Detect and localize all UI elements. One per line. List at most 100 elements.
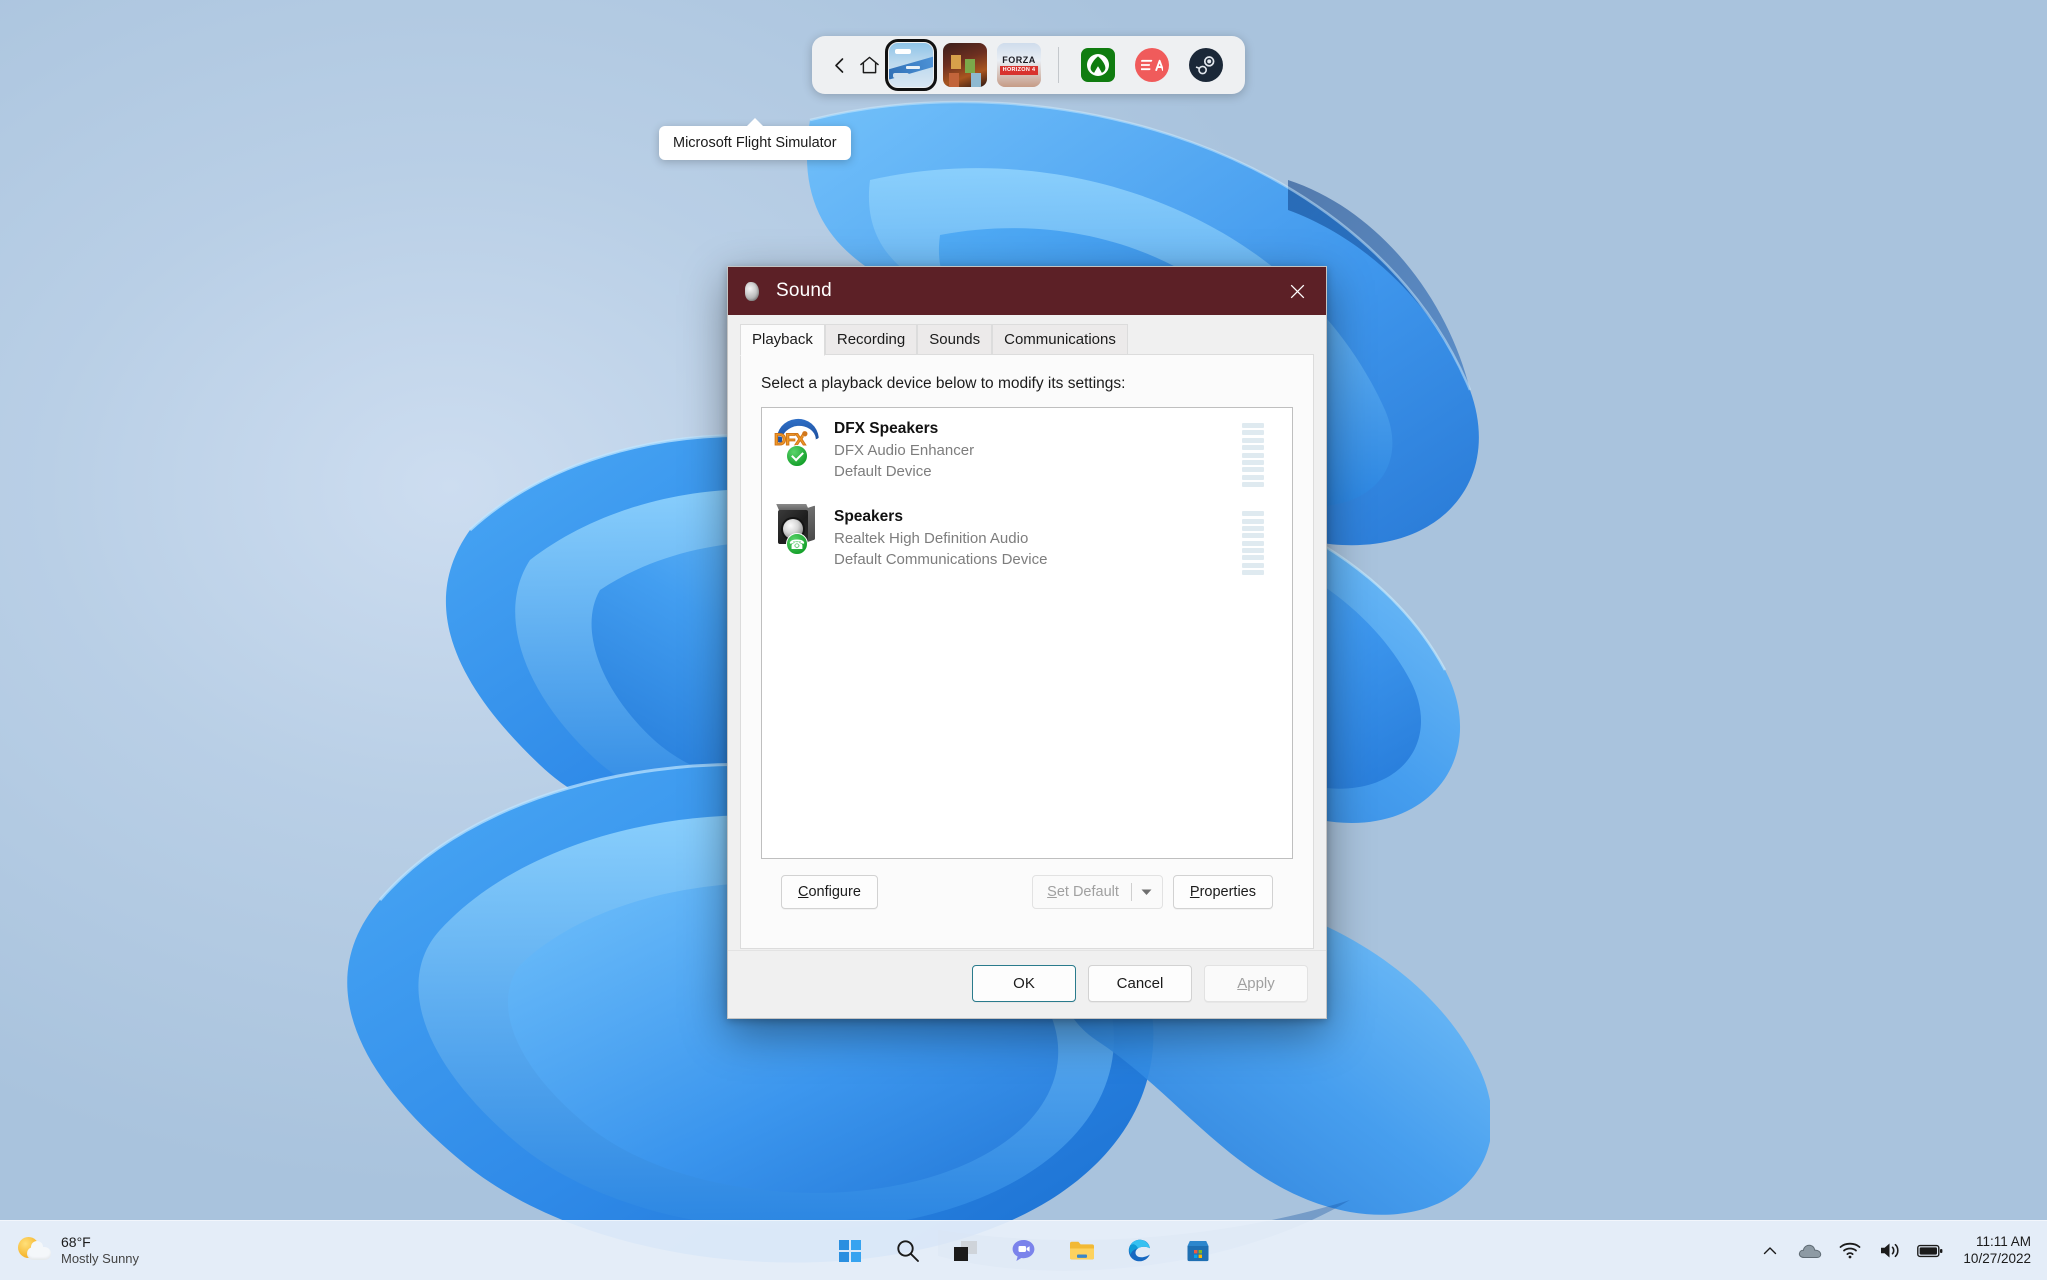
device-row-speakers[interactable]: Speakers Realtek High Definition Audio D… bbox=[762, 496, 1292, 584]
onedrive-glyph bbox=[1798, 1244, 1822, 1258]
overflow-glyph bbox=[1764, 1246, 1777, 1254]
tab-recording-label: Recording bbox=[836, 330, 906, 348]
clock-time: 11:11 AM bbox=[1975, 1233, 2031, 1249]
chevron-down-icon bbox=[1141, 889, 1152, 895]
windows-start-icon[interactable] bbox=[828, 1229, 872, 1273]
playback-tab-panel: Select a playback device below to modify… bbox=[740, 354, 1314, 949]
launcher-steam[interactable] bbox=[1189, 48, 1223, 82]
chevron-up-icon[interactable] bbox=[1757, 1238, 1783, 1264]
set-default-split-button[interactable]: Set Default bbox=[1032, 875, 1163, 909]
store-glyph bbox=[1187, 1240, 1208, 1261]
launcher-ea[interactable] bbox=[1135, 48, 1169, 82]
volume-level-meter bbox=[1242, 511, 1264, 576]
divider bbox=[1058, 47, 1059, 83]
taskbar: 68°F Mostly Sunny 11:11 AM 10/27/2022 bbox=[0, 1220, 2047, 1280]
weather-condition: Mostly Sunny bbox=[61, 1251, 140, 1267]
device-row-dfx-speakers[interactable]: DFX ® DFX Speakers DFX Audio Enhancer Def… bbox=[762, 408, 1292, 496]
minecraft-dungeons-art bbox=[943, 43, 987, 87]
chat-glyph bbox=[1012, 1240, 1035, 1261]
apply-button[interactable]: Apply bbox=[1204, 965, 1308, 1002]
launcher-xbox[interactable] bbox=[1081, 48, 1115, 82]
flight-simulator-art bbox=[889, 43, 933, 87]
tab-recording[interactable]: Recording bbox=[824, 323, 918, 356]
game-tile-forza-horizon-4[interactable]: FORZA HORIZON 4 bbox=[997, 43, 1041, 87]
tab-playback-label: Playback bbox=[752, 330, 813, 348]
system-tray: 11:11 AM 10/27/2022 bbox=[1757, 1234, 2047, 1268]
close-x-glyph bbox=[1290, 284, 1304, 298]
tab-communications[interactable]: Communications bbox=[992, 323, 1128, 356]
folder-glyph bbox=[1069, 1241, 1094, 1260]
configure-label: Configure bbox=[798, 884, 861, 900]
properties-label: Properties bbox=[1189, 884, 1256, 900]
dialog-titlebar: Sound bbox=[728, 267, 1326, 315]
search-glyph bbox=[897, 1240, 919, 1262]
volume-level-meter bbox=[1242, 423, 1264, 488]
onedrive-cloud-icon[interactable] bbox=[1797, 1238, 1823, 1264]
device-description: DFX Audio Enhancer bbox=[834, 441, 975, 459]
game-bar-panel: FORZA HORIZON 4 bbox=[812, 36, 1245, 94]
tab-sounds[interactable]: Sounds bbox=[917, 323, 993, 356]
playback-device-list[interactable]: DFX ® DFX Speakers DFX Audio Enhancer Def… bbox=[761, 407, 1293, 859]
dialog-footer: OK Cancel Apply bbox=[728, 950, 1326, 1018]
chat-teams-icon[interactable] bbox=[1002, 1229, 1046, 1273]
weather-widget[interactable]: 68°F Mostly Sunny bbox=[0, 1234, 230, 1268]
volume-glyph bbox=[1881, 1243, 1900, 1258]
device-info: Speakers Realtek High Definition Audio D… bbox=[834, 505, 1242, 571]
cancel-button[interactable]: Cancel bbox=[1088, 965, 1192, 1002]
game-tile-microsoft-flight-simulator[interactable] bbox=[885, 39, 937, 91]
xbox-icon bbox=[1087, 54, 1109, 76]
search-icon[interactable] bbox=[886, 1229, 930, 1273]
device-status: Default Device bbox=[834, 463, 932, 481]
ea-icon bbox=[1141, 59, 1163, 72]
set-default-label: Set Default bbox=[1047, 884, 1119, 900]
task-view-icon[interactable] bbox=[944, 1229, 988, 1273]
clock-date: 10/27/2022 bbox=[1963, 1250, 2031, 1266]
weather-temperature: 68°F bbox=[61, 1233, 91, 1250]
task-view-glyph bbox=[954, 1240, 977, 1261]
wifi-icon[interactable] bbox=[1837, 1238, 1863, 1264]
forza-horizon-badge: HORIZON 4 bbox=[999, 66, 1039, 75]
dfx-logo-icon: DFX ® bbox=[774, 417, 824, 471]
taskbar-icons bbox=[828, 1229, 1220, 1273]
cancel-label: Cancel bbox=[1116, 975, 1164, 992]
tab-sounds-label: Sounds bbox=[929, 330, 981, 348]
dialog-body: Playback Recording Sounds Communications… bbox=[728, 315, 1326, 1018]
volume-icon[interactable] bbox=[1877, 1238, 1903, 1264]
speaker-box-icon bbox=[774, 504, 824, 559]
sun-behind-cloud-icon bbox=[18, 1236, 52, 1266]
edge-glyph bbox=[1128, 1239, 1150, 1262]
game-tile-minecraft-dungeons[interactable] bbox=[943, 43, 987, 87]
tab-communications-label: Communications bbox=[1004, 330, 1116, 348]
ok-button[interactable]: OK bbox=[972, 965, 1076, 1002]
chevron-left-icon bbox=[834, 57, 843, 73]
weather-text: 68°F Mostly Sunny bbox=[61, 1234, 139, 1268]
device-status: Default Communications Device bbox=[834, 551, 1048, 569]
properties-button[interactable]: Properties bbox=[1172, 875, 1273, 909]
sound-dialog: Sound Playback Recording Sounds Communic… bbox=[727, 266, 1327, 1019]
tab-playback[interactable]: Playback bbox=[740, 323, 825, 356]
device-description: Realtek High Definition Audio bbox=[834, 530, 1029, 548]
forza-horizon-art: FORZA HORIZON 4 bbox=[997, 43, 1041, 87]
home-button[interactable] bbox=[854, 46, 884, 84]
set-default-button[interactable]: Set Default bbox=[1033, 876, 1131, 908]
back-button[interactable] bbox=[824, 46, 854, 84]
file-explorer-icon[interactable] bbox=[1060, 1229, 1104, 1273]
game-tile-tooltip: Microsoft Flight Simulator bbox=[659, 126, 851, 160]
wifi-glyph bbox=[1840, 1242, 1861, 1259]
device-name: Speakers bbox=[834, 508, 903, 526]
set-default-dropdown[interactable] bbox=[1132, 876, 1162, 908]
home-icon bbox=[859, 56, 879, 74]
apply-label: Apply bbox=[1237, 975, 1275, 992]
edge-browser-icon[interactable] bbox=[1118, 1229, 1162, 1273]
tooltip-text: Microsoft Flight Simulator bbox=[673, 135, 837, 151]
game-launcher-bar: FORZA HORIZON 4 bbox=[812, 36, 1245, 94]
battery-icon[interactable] bbox=[1917, 1238, 1943, 1264]
steam-icon bbox=[1193, 52, 1219, 78]
dialog-title: Sound bbox=[776, 280, 832, 301]
configure-button[interactable]: Configure bbox=[781, 875, 878, 909]
ok-label: OK bbox=[1013, 975, 1035, 992]
forza-wordmark: FORZA bbox=[1002, 54, 1036, 65]
microsoft-store-icon[interactable] bbox=[1176, 1229, 1220, 1273]
close-icon[interactable] bbox=[1268, 267, 1326, 315]
clock[interactable]: 11:11 AM 10/27/2022 bbox=[1957, 1234, 2031, 1268]
